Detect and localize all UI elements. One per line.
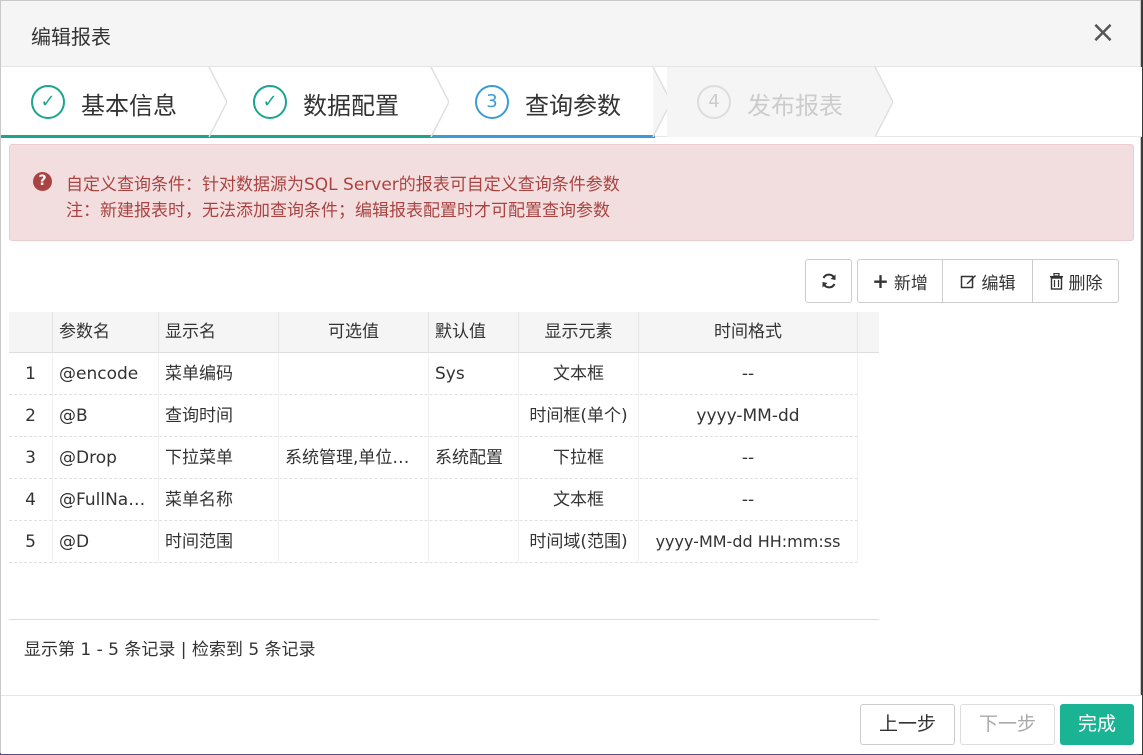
- time-format: yyyy-MM-dd: [639, 395, 858, 437]
- table-row[interactable]: 1 @encode 菜单编码 Sys 文本框 --: [9, 353, 858, 395]
- step-separator-icon: [873, 67, 893, 137]
- default-value: [429, 479, 519, 521]
- column-header-index: [9, 312, 53, 353]
- options: [279, 521, 429, 563]
- time-format: --: [639, 437, 858, 479]
- delete-button[interactable]: 删除: [1032, 259, 1119, 303]
- edit-report-dialog: 编辑报表 × ✓ 基本信息 ✓ 数据配置 3 查询参数 4 发布报表 ? 自定义…: [0, 0, 1142, 754]
- row-index: 4: [9, 479, 53, 521]
- display-name: 菜单名称: [159, 479, 279, 521]
- column-header[interactable]: 可选值: [279, 312, 429, 353]
- options: [279, 395, 429, 437]
- default-value: 系统配置: [429, 437, 519, 479]
- default-value: Sys: [429, 353, 519, 395]
- check-icon: ✓: [253, 85, 287, 119]
- param-name: @FullName: [53, 479, 159, 521]
- table-row[interactable]: 3 @Drop 下拉菜单 系统管理,单位管理 系统配置 下拉框 --: [9, 437, 858, 479]
- edit-label: 编辑: [981, 273, 1016, 294]
- refresh-button[interactable]: [805, 259, 852, 303]
- row-index: 3: [9, 437, 53, 479]
- column-header[interactable]: 时间格式: [639, 312, 858, 353]
- step-data-config[interactable]: ✓ 数据配置: [211, 67, 433, 138]
- time-format: --: [639, 479, 858, 521]
- step-underline: [211, 135, 433, 138]
- display-element: 下拉框: [519, 437, 639, 479]
- column-header[interactable]: 默认值: [429, 312, 519, 353]
- trash-icon: [1049, 272, 1063, 290]
- default-value: [429, 521, 519, 563]
- step-basic-info[interactable]: ✓ 基本信息: [1, 67, 211, 138]
- table-row[interactable]: 2 @B 查询时间 时间框(单个) yyyy-MM-dd: [9, 395, 858, 437]
- params-table: 参数名 显示名 可选值 默认值 显示元素 时间格式 1 @encode 菜单编码…: [9, 312, 879, 563]
- next-step-button[interactable]: 下一步: [960, 704, 1055, 745]
- dialog-header: 编辑报表 ×: [1, 1, 1140, 67]
- param-name: @B: [53, 395, 159, 437]
- display-element: 时间框(单个): [519, 395, 639, 437]
- plus-icon: +: [872, 269, 889, 293]
- add-label: 新增: [893, 273, 928, 294]
- dialog-footer: 上一步 下一步 完成: [1, 695, 1142, 754]
- row-index: 5: [9, 521, 53, 563]
- param-name: @D: [53, 521, 159, 563]
- finish-button[interactable]: 完成: [1060, 704, 1134, 745]
- default-value: [429, 395, 519, 437]
- refresh-icon: [822, 273, 835, 289]
- step-number: 3: [475, 85, 509, 119]
- table-row[interactable]: 4 @FullName 菜单名称 文本框 --: [9, 479, 858, 521]
- prev-step-button[interactable]: 上一步: [860, 704, 955, 745]
- step-label: 数据配置: [303, 92, 399, 120]
- display-element: 文本框: [519, 353, 639, 395]
- add-button[interactable]: + 新增: [857, 259, 943, 303]
- time-format: yyyy-MM-dd HH:mm:ss: [639, 521, 858, 563]
- check-icon: ✓: [31, 85, 65, 119]
- display-element: 文本框: [519, 479, 639, 521]
- column-header[interactable]: 参数名: [53, 312, 159, 353]
- display-name: 菜单编码: [159, 353, 279, 395]
- alert-line-2: 注：新建报表时，无法添加查询条件；编辑报表配置时才可配置查询参数: [66, 201, 610, 221]
- table-row[interactable]: 5 @D 时间范围 时间域(范围) yyyy-MM-dd HH:mm:ss: [9, 521, 858, 563]
- row-index: 1: [9, 353, 53, 395]
- delete-label: 删除: [1068, 273, 1103, 294]
- display-name: 查询时间: [159, 395, 279, 437]
- step-underline: [1, 135, 211, 138]
- info-alert: ? 自定义查询条件：针对数据源为SQL Server的报表可自定义查询条件参数 …: [9, 144, 1134, 241]
- options: 系统管理,单位管理: [279, 437, 429, 479]
- display-name: 时间范围: [159, 521, 279, 563]
- dialog-title: 编辑报表: [31, 25, 111, 49]
- column-header[interactable]: 显示元素: [519, 312, 639, 353]
- step-query-params[interactable]: 3 查询参数: [433, 67, 655, 138]
- wizard-steps: ✓ 基本信息 ✓ 数据配置 3 查询参数 4 发布报表: [1, 67, 1142, 138]
- close-icon[interactable]: ×: [1090, 18, 1116, 49]
- options: [279, 353, 429, 395]
- pagination-info: 显示第 1 - 5 条记录 | 检索到 5 条记录: [24, 640, 316, 660]
- edit-button[interactable]: 编辑: [942, 259, 1033, 303]
- param-name: @encode: [53, 353, 159, 395]
- alert-line-1: 自定义查询条件：针对数据源为SQL Server的报表可自定义查询条件参数: [66, 175, 620, 195]
- step-label: 发布报表: [747, 92, 843, 120]
- question-circle-icon: ?: [33, 172, 52, 191]
- table-bottom-border: [9, 619, 879, 620]
- time-format: --: [639, 353, 858, 395]
- step-underline: [433, 135, 655, 138]
- display-name: 下拉菜单: [159, 437, 279, 479]
- step-label: 基本信息: [81, 92, 177, 120]
- column-header[interactable]: 显示名: [159, 312, 279, 353]
- column-header-filler: [858, 312, 879, 353]
- edit-icon: [960, 274, 976, 288]
- step-number: 4: [697, 85, 731, 119]
- options: [279, 479, 429, 521]
- display-element: 时间域(范围): [519, 521, 639, 563]
- step-label: 查询参数: [525, 92, 621, 120]
- param-name: @Drop: [53, 437, 159, 479]
- table-header: 参数名 显示名 可选值 默认值 显示元素 时间格式: [9, 312, 879, 353]
- step-publish[interactable]: 4 发布报表: [667, 67, 877, 137]
- row-index: 2: [9, 395, 53, 437]
